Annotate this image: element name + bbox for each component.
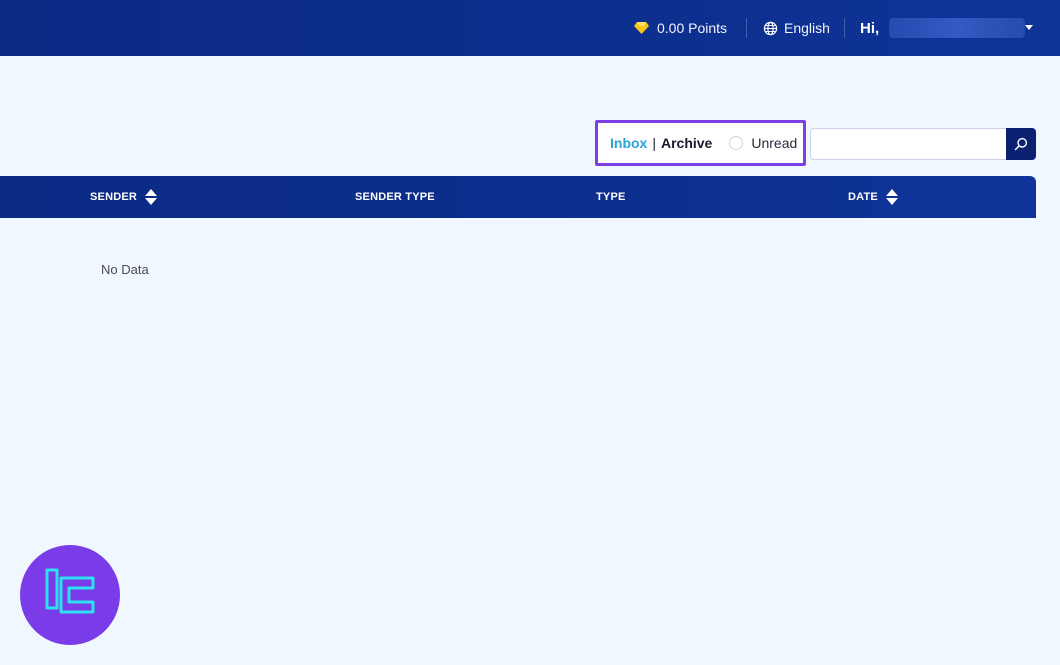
language-selector[interactable]: English	[763, 19, 830, 37]
user-menu[interactable]: Hi,	[860, 17, 1025, 39]
divider	[746, 18, 747, 38]
brand-logo-icon	[20, 545, 120, 645]
unread-checkbox[interactable]	[729, 136, 743, 150]
unread-label[interactable]: Unread	[751, 135, 797, 151]
divider	[844, 18, 845, 38]
column-sender-type: SENDER TYPE	[355, 176, 435, 218]
sort-icon[interactable]	[145, 189, 157, 205]
column-label: SENDER	[90, 191, 137, 203]
column-label: SENDER TYPE	[355, 191, 435, 203]
language-label: English	[784, 20, 830, 36]
tab-separator: |	[652, 135, 656, 151]
globe-icon	[763, 21, 778, 36]
sort-icon[interactable]	[886, 189, 898, 205]
inbox-tab[interactable]: Inbox	[610, 135, 647, 151]
archive-tab[interactable]: Archive	[661, 135, 712, 151]
empty-state-text: No Data	[101, 262, 149, 277]
mail-filter-group: Inbox | Archive Unread	[595, 120, 806, 166]
greeting-label: Hi,	[860, 20, 879, 37]
caret-down-icon[interactable]	[1025, 25, 1033, 30]
diamond-icon	[634, 22, 649, 34]
column-type: TYPE	[596, 176, 626, 218]
points-display[interactable]: 0.00 Points	[634, 19, 727, 37]
column-sender[interactable]: SENDER	[90, 176, 157, 218]
search-input[interactable]	[810, 128, 1007, 160]
column-label: DATE	[848, 191, 878, 203]
top-bar: 0.00 Points English Hi,	[0, 0, 1060, 56]
column-label: TYPE	[596, 191, 626, 203]
column-date[interactable]: DATE	[848, 176, 898, 218]
username-redacted	[889, 18, 1025, 38]
table-header: SENDER SENDER TYPE TYPE DATE	[0, 176, 1036, 218]
points-label: 0.00 Points	[657, 20, 727, 36]
search-button[interactable]	[1006, 128, 1036, 160]
search-icon	[1014, 137, 1028, 151]
